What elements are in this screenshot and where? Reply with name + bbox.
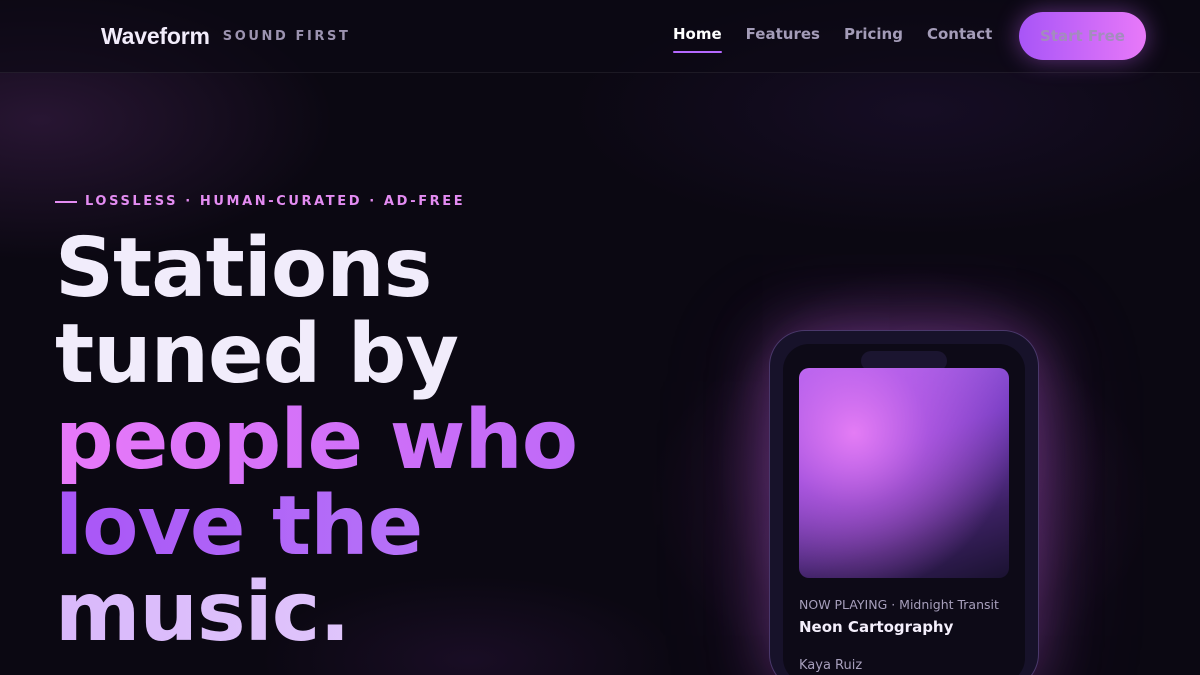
hero-headline: Stations tuned by people who love the mu… <box>55 226 695 656</box>
site-header: Waveform SOUND FIRST Home Features Prici… <box>0 0 1200 73</box>
nav-home[interactable]: Home <box>673 24 722 53</box>
eyebrow-text: LOSSLESS · HUMAN-CURATED · AD-FREE <box>85 194 466 209</box>
headline-line-5: music. <box>55 570 695 656</box>
headline-line-2: tuned by <box>55 307 459 402</box>
brand[interactable]: Waveform SOUND FIRST <box>55 20 350 52</box>
headline-line-3: people who <box>55 398 695 484</box>
main-nav: Home Features Pricing Contact <box>673 24 1016 53</box>
hero-eyebrow: LOSSLESS · HUMAN-CURATED · AD-FREE <box>55 194 465 209</box>
landing-page: Waveform SOUND FIRST Home Features Prici… <box>0 0 1200 675</box>
start-free-button[interactable]: Start Free <box>1019 12 1146 60</box>
phone-mockup: NOW PLAYING · Midnight Transit Neon Cart… <box>769 330 1039 675</box>
album-art <box>799 368 1009 578</box>
eyebrow-divider <box>55 200 77 203</box>
brand-tagline: SOUND FIRST <box>222 28 351 44</box>
headline-line-4: love the <box>55 484 695 570</box>
now-playing-label: NOW PLAYING · Midnight Transit <box>799 597 999 612</box>
nav-pricing[interactable]: Pricing <box>844 24 903 44</box>
track-title: Neon Cartography <box>799 618 954 636</box>
waveform-icon <box>56 22 88 50</box>
track-artist: Kaya Ruiz <box>799 658 863 673</box>
nav-features[interactable]: Features <box>746 24 820 44</box>
nav-contact[interactable]: Contact <box>927 24 992 44</box>
headline-line-1: Stations <box>55 221 432 316</box>
phone-screen: NOW PLAYING · Midnight Transit Neon Cart… <box>783 344 1025 675</box>
brand-name: Waveform <box>101 22 210 49</box>
